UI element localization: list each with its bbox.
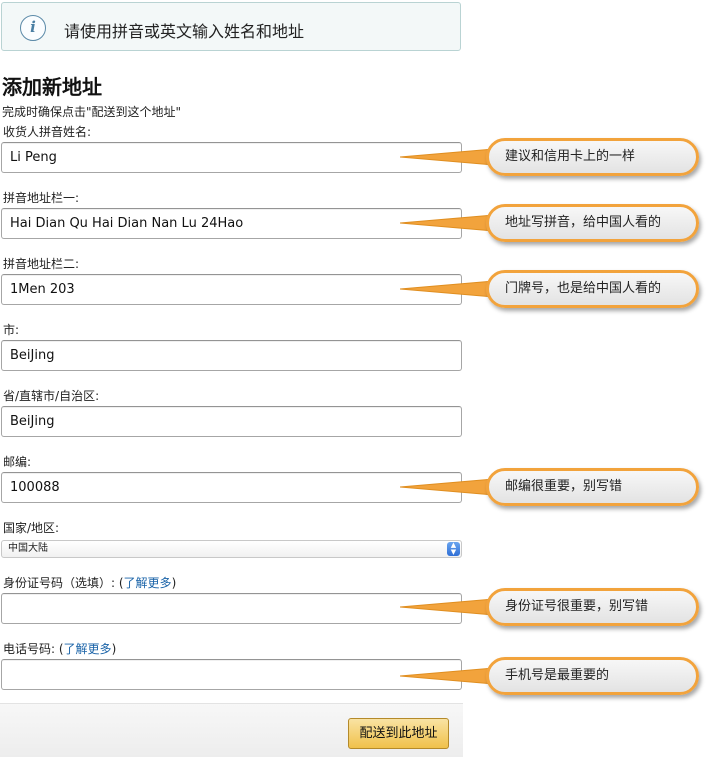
- callout-phone: 手机号是最重要的: [486, 657, 699, 695]
- page-subtitle: 完成时确保点击"配送到这个地址": [2, 105, 182, 119]
- city-label: 市:: [3, 323, 20, 337]
- phone-label-text: 电话号码:: [3, 642, 59, 656]
- info-icon: i: [20, 15, 46, 41]
- address1-input[interactable]: Hai Dian Qu Hai Dian Nan Lu 24Hao: [1, 208, 462, 239]
- phone-link-close: ): [111, 642, 117, 656]
- phone-label: 电话号码: (了解更多): [3, 640, 116, 657]
- callout-id: 身份证号很重要，别写错: [486, 588, 699, 626]
- info-notice: i 请使用拼音或英文输入姓名和地址: [1, 2, 461, 51]
- phone-learn-more-link[interactable]: 了解更多: [64, 642, 112, 656]
- city-input[interactable]: BeiJing: [1, 340, 462, 371]
- id-input[interactable]: [1, 593, 462, 624]
- country-select[interactable]: 中国大陆 ▲ ▼: [1, 540, 462, 558]
- page-title: 添加新地址: [2, 75, 102, 99]
- phone-input[interactable]: [1, 659, 462, 690]
- id-link-close: ): [171, 576, 177, 590]
- state-input[interactable]: BeiJing: [1, 406, 462, 437]
- id-label: 身份证号码（选填）: (了解更多): [3, 574, 176, 591]
- callout-name: 建议和信用卡上的一样: [486, 138, 699, 176]
- notice-text: 请使用拼音或英文输入姓名和地址: [64, 22, 305, 41]
- callout-pointer-address2: [400, 280, 494, 298]
- name-label: 收货人拼音姓名:: [3, 125, 92, 139]
- state-label: 省/直辖市/自治区:: [3, 389, 100, 403]
- address2-input[interactable]: 1Men 203: [1, 274, 462, 305]
- id-learn-more-link[interactable]: 了解更多: [124, 576, 172, 590]
- callout-address1: 地址写拼音，给中国人看的: [486, 204, 699, 242]
- zip-label: 邮编:: [3, 455, 32, 469]
- select-arrows-icon: ▲ ▼: [447, 542, 460, 556]
- callout-pointer-zip: [400, 478, 494, 496]
- callout-address2: 门牌号，也是给中国人看的: [486, 270, 699, 308]
- address1-label: 拼音地址栏一:: [3, 191, 80, 205]
- country-select-value: 中国大陆: [8, 543, 48, 554]
- callout-pointer-address1: [400, 214, 494, 232]
- country-label: 国家/地区:: [3, 521, 60, 535]
- address2-label: 拼音地址栏二:: [3, 257, 80, 271]
- callout-pointer-phone: [400, 667, 494, 685]
- id-label-text: 身份证号码（选填）:: [3, 576, 119, 590]
- name-input[interactable]: Li Peng: [1, 142, 462, 173]
- callout-pointer-name: [400, 148, 494, 166]
- callout-pointer-id: [400, 598, 494, 616]
- callout-zip: 邮编很重要，别写错: [486, 468, 699, 506]
- zip-input[interactable]: 100088: [1, 472, 462, 503]
- ship-to-address-button[interactable]: 配送到此地址: [348, 718, 449, 749]
